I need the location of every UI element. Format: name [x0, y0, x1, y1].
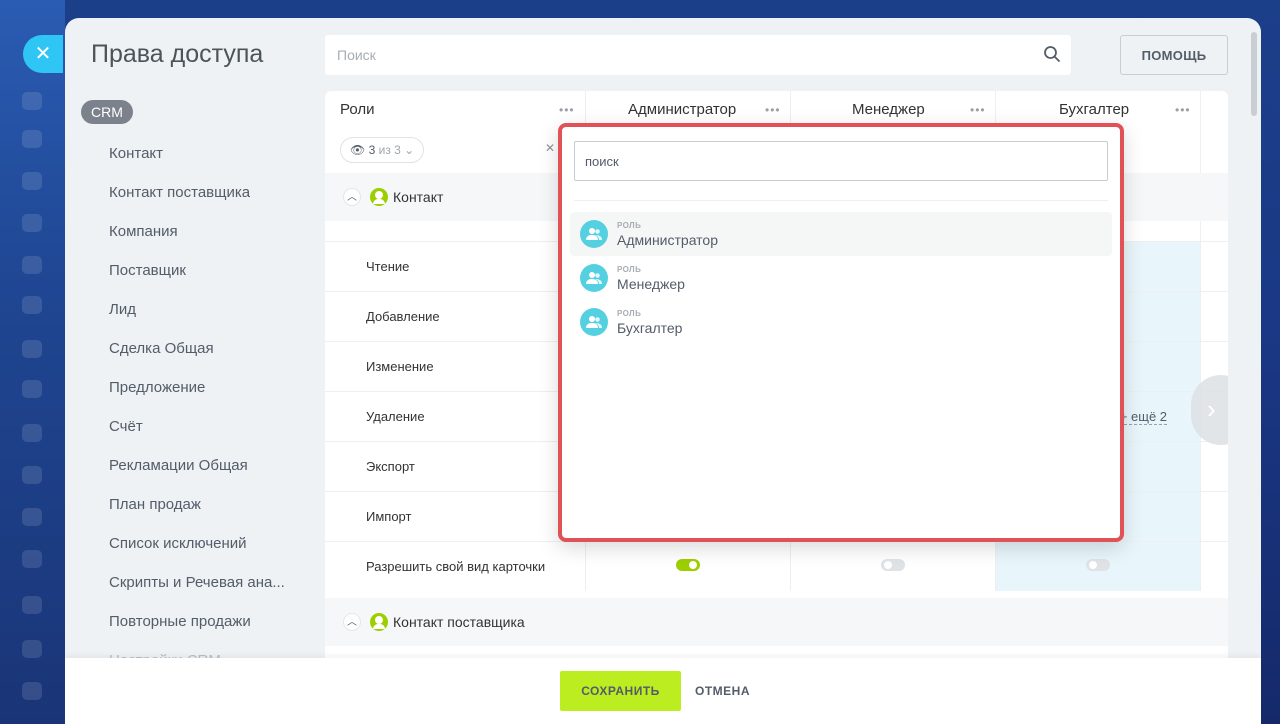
- permission-label: Экспорт: [366, 459, 415, 474]
- chevron-up-icon[interactable]: ︿: [343, 613, 361, 631]
- chevron-up-icon[interactable]: ︿: [343, 188, 361, 206]
- bg-icon: [22, 380, 42, 398]
- card-view-toggle-accountant[interactable]: [1086, 559, 1110, 571]
- more-dots-icon[interactable]: •••: [765, 103, 781, 117]
- sidebar-item-scripts[interactable]: Скрипты и Речевая ана...: [109, 562, 285, 601]
- sidebar-item-invoice[interactable]: Счёт: [109, 406, 285, 445]
- sidebar-list: Контакт Контакт поставщика Компания Пост…: [109, 133, 285, 679]
- more-dots-icon[interactable]: •••: [559, 103, 575, 117]
- sidebar-item-supplier[interactable]: Поставщик: [109, 250, 285, 289]
- panel-scrollbar[interactable]: [1251, 32, 1257, 116]
- bg-icon: [22, 172, 42, 190]
- bg-icon: [22, 508, 42, 526]
- bg-icon: [22, 640, 42, 658]
- bg-icon: [22, 340, 42, 358]
- sidebar-group-crm[interactable]: CRM: [81, 100, 133, 124]
- role-kind-label: РОЛЬ: [617, 221, 642, 230]
- role-kind-label: РОЛЬ: [617, 309, 642, 318]
- popup-search-input[interactable]: [575, 142, 1107, 180]
- bg-icon: [22, 130, 42, 148]
- group-icon: [580, 220, 608, 248]
- group-icon: [580, 308, 608, 336]
- cancel-button[interactable]: ОТМЕНА: [695, 671, 750, 711]
- chevron-down-icon: ⌄: [404, 143, 415, 157]
- permission-label: Удаление: [366, 409, 425, 424]
- card-view-toggle-manager[interactable]: [881, 559, 905, 571]
- save-button[interactable]: СОХРАНИТЬ: [560, 671, 681, 711]
- sidebar-item-deal[interactable]: Сделка Общая: [109, 328, 285, 367]
- bg-icon: [22, 550, 42, 568]
- section-supplier-contact[interactable]: ︿ Контакт поставщика: [325, 598, 1228, 646]
- card-view-toggle-admin[interactable]: [676, 559, 700, 571]
- bg-icon: [22, 424, 42, 442]
- bg-icon: [22, 214, 42, 232]
- bg-icon: [22, 682, 42, 700]
- role-name: Администратор: [617, 232, 719, 248]
- help-button[interactable]: ПОМОЩЬ: [1120, 35, 1228, 75]
- sidebar-item-sales-plan[interactable]: План продаж: [109, 484, 285, 523]
- search-icon[interactable]: [1043, 45, 1061, 63]
- role-selector-popup: РОЛЬ Администратор РОЛЬ Менеджер РОЛЬ Бу…: [558, 123, 1124, 542]
- role-option-accountant[interactable]: РОЛЬ Бухгалтер: [570, 300, 1112, 344]
- role-name: Бухгалтер: [617, 320, 683, 336]
- section-label: Контакт поставщика: [393, 614, 525, 630]
- chevron-right-icon: ›: [1207, 394, 1216, 424]
- bg-icon: [22, 596, 42, 614]
- permission-label: Изменение: [366, 359, 434, 374]
- collapse-icon[interactable]: ✕: [545, 141, 555, 155]
- roles-visibility-filter[interactable]: 👁 3 из 3 ⌄: [340, 137, 425, 163]
- close-slider-button[interactable]: ✕: [23, 35, 63, 73]
- total-count: из 3: [378, 143, 401, 157]
- role-option-admin[interactable]: РОЛЬ Администратор: [570, 212, 1112, 256]
- user-icon: [370, 188, 388, 206]
- permission-label: Импорт: [366, 509, 412, 524]
- more-dots-icon[interactable]: •••: [970, 103, 986, 117]
- sidebar-item-lead[interactable]: Лид: [109, 289, 285, 328]
- sidebar-item-exclusions[interactable]: Список исключений: [109, 523, 285, 562]
- popup-divider: [574, 200, 1108, 201]
- background-sidebar: [0, 0, 65, 724]
- role-name: Менеджер: [617, 276, 685, 292]
- more-dots-icon[interactable]: •••: [1175, 103, 1191, 117]
- close-icon: ✕: [34, 43, 52, 65]
- sidebar-item-contact[interactable]: Контакт: [109, 133, 285, 172]
- permission-label: Чтение: [366, 259, 410, 274]
- section-label: Контакт: [393, 189, 444, 205]
- page-title: Права доступа: [91, 40, 264, 68]
- eye-icon: 👁: [350, 143, 366, 157]
- role-option-manager[interactable]: РОЛЬ Менеджер: [570, 256, 1112, 300]
- search-field[interactable]: [325, 35, 1071, 75]
- bg-icon: [22, 92, 42, 110]
- bg-icon: [22, 256, 42, 274]
- role-kind-label: РОЛЬ: [617, 265, 642, 274]
- bg-icon: [22, 296, 42, 314]
- permission-label: Добавление: [366, 309, 440, 324]
- visible-count: 3: [368, 143, 376, 157]
- bg-icon: [22, 466, 42, 484]
- footer-bar: СОХРАНИТЬ ОТМЕНА: [65, 658, 1261, 724]
- sidebar-item-company[interactable]: Компания: [109, 211, 285, 250]
- search-input[interactable]: [325, 35, 1071, 75]
- sidebar-item-supplier-contact[interactable]: Контакт поставщика: [109, 172, 285, 211]
- popup-search-field[interactable]: [574, 141, 1108, 181]
- sidebar-item-repeat-sales[interactable]: Повторные продажи: [109, 601, 285, 640]
- user-icon: [370, 613, 388, 631]
- sidebar-item-quote[interactable]: Предложение: [109, 367, 285, 406]
- group-icon: [580, 264, 608, 292]
- permission-label: Разрешить свой вид карточки: [366, 559, 546, 574]
- roles-header: Роли: [340, 101, 375, 118]
- sidebar-item-claims[interactable]: Рекламации Общая: [109, 445, 285, 484]
